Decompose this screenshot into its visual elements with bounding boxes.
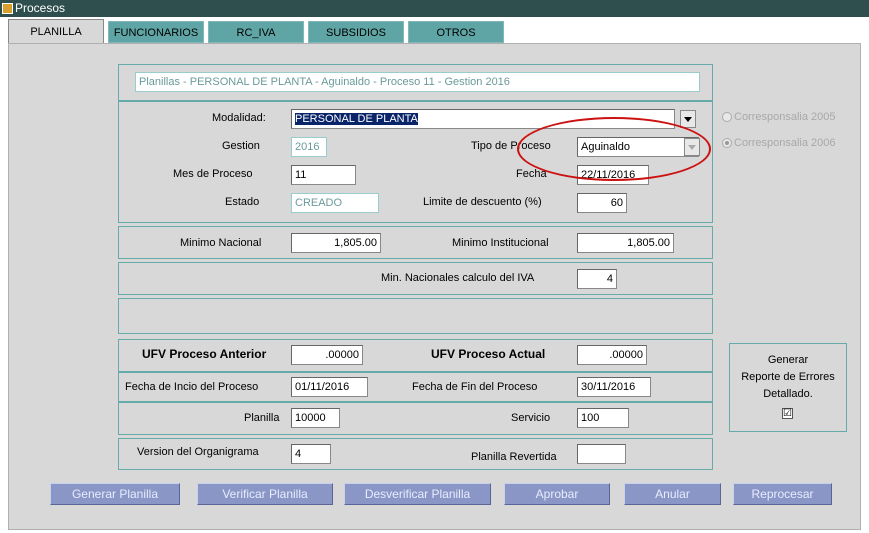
modalidad-label: Modalidad: [212,112,266,124]
min-nacionales-iva-label: Min. Nacionales calculo del IVA [381,272,535,284]
error-report-line1: Generar [767,354,809,366]
tab-subsidios[interactable]: SUBSIDIOS [308,21,404,43]
fecha-fin-field[interactable]: 30/11/2016 [577,377,651,397]
error-report-line2: Reporte de Errores [741,371,835,383]
servicio-label: Servicio [511,412,551,424]
limite-descuento-field[interactable]: 60 [577,193,627,213]
window-titlebar: Procesos [0,0,869,17]
error-report-box: Generar Reporte de Errores Detallado. ☑ [729,343,847,432]
modalidad-field[interactable]: PERSONAL DE PLANTA [291,109,675,129]
planilla-label: Planilla [244,412,280,424]
version-organigrama-field[interactable]: 4 [291,444,331,464]
min-nacionales-iva-field[interactable]: 4 [577,269,617,289]
app-icon [2,3,13,14]
tab-strip: PLANILLA FUNCIONARIOS RC_IVA SUBSIDIOS O… [0,17,869,43]
fecha-fin-label: Fecha de Fin del Proceso [412,381,538,393]
planilla-field[interactable]: 10000 [291,408,340,428]
tipo-proceso-label: Tipo de Proceso [471,140,551,152]
header-panel: Planillas - PERSONAL DE PLANTA - Aguinal… [118,64,713,101]
planilla-revertida-field[interactable] [577,444,626,464]
minimo-nacional-field[interactable]: 1,805.00 [291,233,381,253]
mes-proceso-label: Mes de Proceso [173,168,253,180]
fecha-field[interactable]: 22/11/2016 [577,165,649,185]
fecha-inicio-field[interactable]: 01/11/2016 [291,377,368,397]
modalidad-dropdown-icon[interactable] [680,110,696,128]
fecha-label: Fecha [516,168,547,180]
limite-descuento-label: Limite de descuento (%) [423,196,542,208]
ufv-actual-label: UFV Proceso Actual [431,347,546,361]
minimo-nacional-label: Minimo Nacional [180,237,262,249]
tab-funcionarios[interactable]: FUNCIONARIOS [108,21,204,43]
desverificar-planilla-button[interactable]: Desverificar Planilla [344,483,491,505]
anular-button[interactable]: Anular [624,483,721,505]
error-report-checkbox[interactable]: ☑ [782,408,793,419]
ufv-anterior-field[interactable]: .00000 [291,345,363,365]
version-organigrama-label: Version del Organigrama [137,446,259,458]
error-report-line3: Detallado. [763,388,813,400]
window-title: Procesos [15,1,66,15]
planilla-revertida-label: Planilla Revertida [471,451,557,463]
modalidad-value: PERSONAL DE PLANTA [295,113,418,125]
gestion-label: Gestion [222,140,260,152]
gestion-field[interactable]: 2016 [291,137,327,157]
corresponsalia-2005-radio[interactable] [722,112,732,122]
estado-label: Estado [225,196,260,208]
estado-field[interactable]: CREADO [291,193,379,213]
ufv-anterior-label: UFV Proceso Anterior [142,347,267,361]
header-summary-field: Planillas - PERSONAL DE PLANTA - Aguinal… [135,72,700,92]
reprocesar-button[interactable]: Reprocesar [733,483,832,505]
minimo-institucional-field[interactable]: 1,805.00 [577,233,674,253]
servicio-field[interactable]: 100 [577,408,629,428]
tipo-proceso-field[interactable]: Aguinaldo [577,137,699,157]
tipo-proceso-dropdown-icon[interactable] [684,138,700,156]
corresponsalia-2006-label: Corresponsalia 2006 [734,137,836,149]
mes-proceso-field[interactable]: 11 [291,165,356,185]
ufv-actual-field[interactable]: .00000 [577,345,647,365]
empty-panel [118,298,713,334]
generar-planilla-button[interactable]: Generar Planilla [50,483,180,505]
corresponsalia-2005-label: Corresponsalia 2005 [734,111,836,123]
verificar-planilla-button[interactable]: Verificar Planilla [197,483,333,505]
tab-otros[interactable]: OTROS [408,21,504,43]
tab-rc-iva[interactable]: RC_IVA [208,21,304,43]
tab-planilla[interactable]: PLANILLA [8,19,104,43]
corresponsalia-2006-radio[interactable] [722,138,732,148]
aprobar-button[interactable]: Aprobar [504,483,610,505]
minimo-institucional-label: Minimo Institucional [452,237,549,249]
fecha-inicio-label: Fecha de Incio del Proceso [125,381,259,393]
